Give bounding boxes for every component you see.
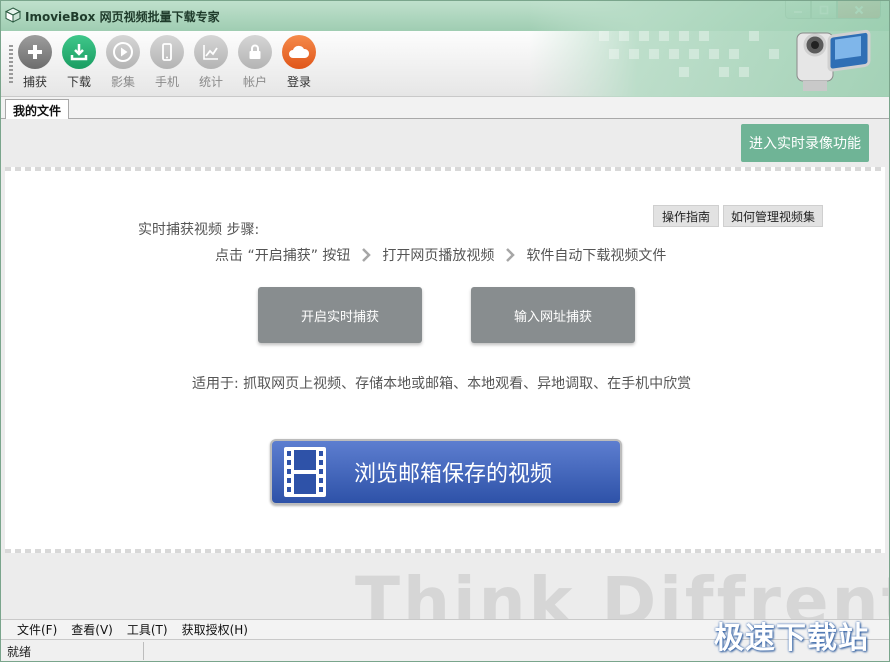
main-toolbar: 捕获 下载 影集 手机 统计 帐户 登录 [1, 1, 889, 97]
stats-label: 统计 [198, 75, 223, 89]
chevron-right-icon [362, 248, 372, 262]
film-strip-icon [284, 447, 326, 497]
account-tool-button[interactable]: 帐户 [235, 35, 275, 90]
tab-my-files[interactable]: 我的文件 [5, 99, 70, 119]
phone-tool-button[interactable]: 手机 [147, 35, 187, 90]
app-cube-icon [5, 7, 21, 23]
chevron-right-icon [506, 248, 516, 262]
phone-label: 手机 [154, 75, 179, 89]
play-icon [106, 35, 140, 69]
login-label: 登录 [286, 75, 311, 89]
applies-to-text: 适用于: 抓取网页上视频、存储本地或邮箱、本地观看、异地调取、在手机中欣赏 [192, 376, 692, 392]
tab-strip: 我的文件 [1, 97, 889, 119]
browse-button-label: 浏览邮箱保存的视频 [354, 462, 553, 487]
main-content: 进入实时录像功能 操作指南 如何管理视频集 实时捕获视频 步骤: 点击 “开启捕… [1, 119, 889, 619]
menu-license[interactable]: 获取授权(H) [182, 621, 248, 638]
capture-tool-button[interactable]: 捕获 [15, 35, 55, 90]
toolbar-grip [9, 45, 13, 85]
window-title: ImovieBox 网页视频批量下载专家 [25, 10, 220, 24]
steps-row: 点击 “开启捕获” 按钮 打开网页播放视频 软件自动下载视频文件 [215, 245, 666, 265]
manage-albums-button[interactable]: 如何管理视频集 [723, 205, 823, 227]
realtime-record-button[interactable]: 进入实时录像功能 [741, 124, 869, 162]
lock-icon [238, 35, 272, 69]
plus-icon [18, 35, 52, 69]
site-watermark-logo: 极速下载站 [714, 621, 869, 656]
step-3: 软件自动下载视频文件 [526, 248, 667, 264]
menu-file[interactable]: 文件(F) [17, 621, 57, 638]
login-tool-button[interactable]: 登录 [279, 35, 319, 90]
download-label: 下载 [66, 75, 91, 89]
menu-tools[interactable]: 工具(T) [127, 621, 168, 638]
capture-label: 捕获 [22, 75, 47, 89]
stats-tool-button[interactable]: 统计 [191, 35, 231, 90]
album-label: 影集 [110, 75, 135, 89]
capture-panel: 操作指南 如何管理视频集 实时捕获视频 步骤: 点击 “开启捕获” 按钮 打开网… [5, 167, 885, 553]
menu-view[interactable]: 查看(V) [71, 621, 113, 638]
app-window: ImovieBox 网页视频批量下载专家 捕获 下载 影集 手机 统计 帐户 登… [0, 0, 890, 662]
download-tool-button[interactable]: 下载 [59, 35, 99, 90]
step-2: 打开网页播放视频 [382, 248, 495, 264]
status-divider [143, 642, 144, 660]
start-capture-button[interactable]: 开启实时捕获 [258, 287, 422, 343]
account-label: 帐户 [242, 75, 267, 89]
guide-button[interactable]: 操作指南 [653, 205, 719, 227]
album-tool-button[interactable]: 影集 [103, 35, 143, 90]
cloud-icon [282, 35, 316, 69]
url-capture-button[interactable]: 输入网址捕获 [471, 287, 635, 343]
status-text: 就绪 [7, 645, 32, 659]
steps-title: 实时捕获视频 步骤: [138, 222, 260, 238]
download-icon [62, 35, 96, 69]
think-different-watermark: Think Diffrent [355, 563, 889, 619]
step-1: 点击 “开启捕获” 按钮 [215, 248, 351, 264]
chart-icon [194, 35, 228, 69]
phone-icon [150, 35, 184, 69]
camcorder-banner-icon [529, 1, 889, 97]
browse-mailbox-videos-button[interactable]: 浏览邮箱保存的视频 [270, 439, 622, 505]
